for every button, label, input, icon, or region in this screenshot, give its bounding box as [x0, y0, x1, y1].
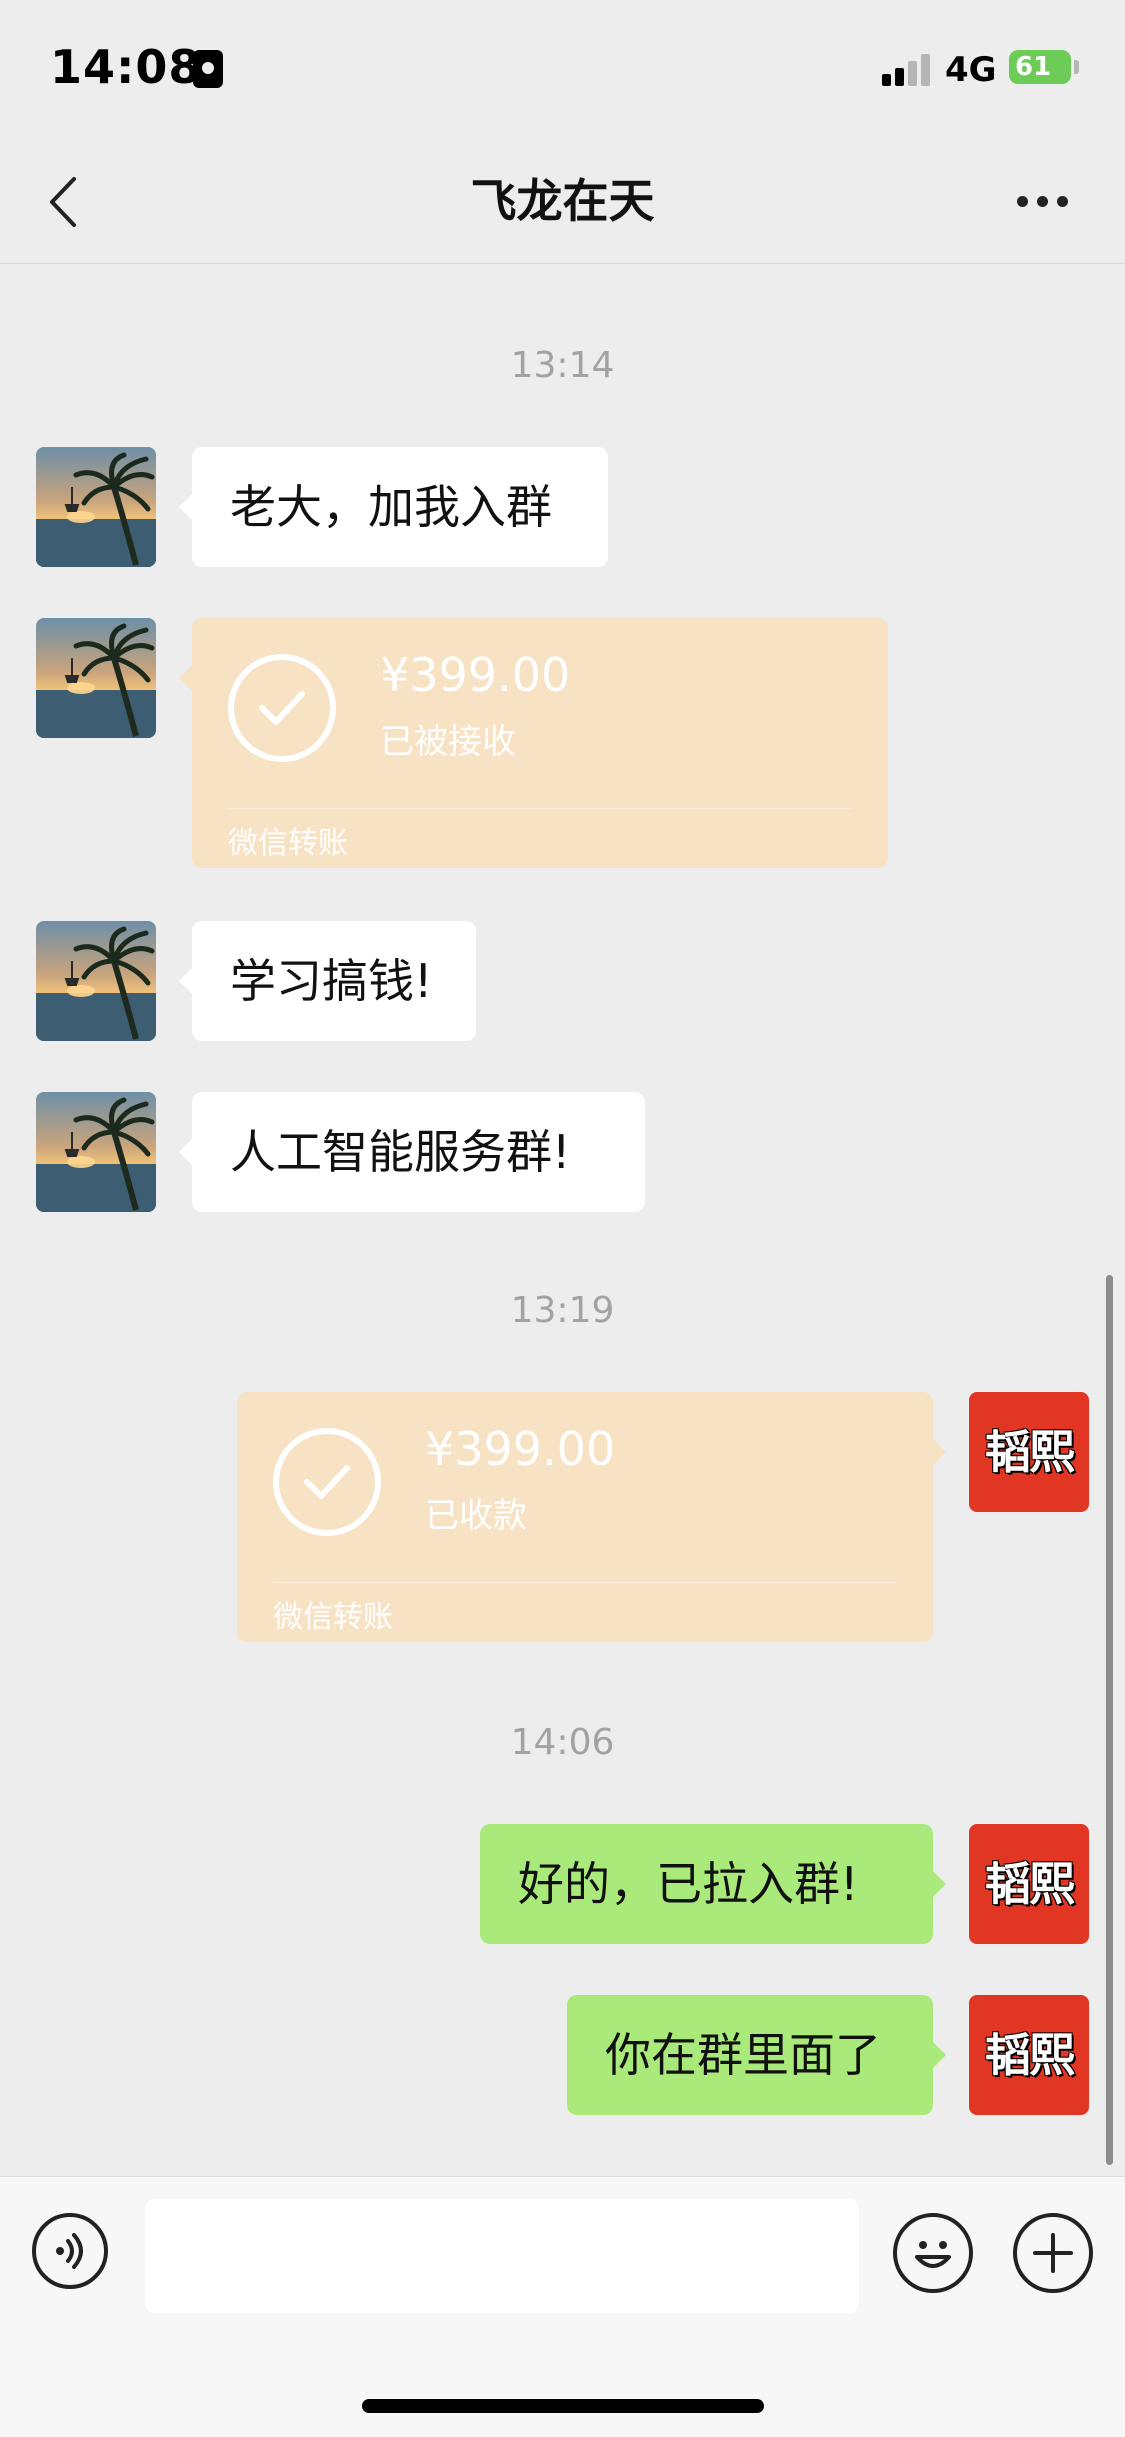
transfer-card[interactable]: ¥399.00 已收款 微信转账 [237, 1392, 933, 1642]
voice-icon [56, 2233, 83, 2269]
divider [273, 1582, 897, 1583]
transfer-amount: ¥399.00 [380, 648, 571, 702]
emoji-button[interactable] [893, 2213, 973, 2293]
chat-title: 飞龙在天 [470, 174, 655, 228]
contact-avatar[interactable] [36, 447, 156, 567]
bubble-tail [933, 1439, 946, 1465]
my-avatar[interactable]: 韬熙 [969, 1824, 1089, 1944]
battery-icon: 61 [1009, 50, 1071, 84]
plus-icon [1033, 2233, 1073, 2273]
bubble-tail [933, 1871, 946, 1897]
transfer-label: 微信转账 [273, 1600, 393, 1635]
sent-message[interactable]: 你在群里面了 [567, 1995, 933, 2115]
message-input[interactable] [145, 2199, 859, 2313]
input-bar [0, 2176, 1125, 2437]
transfer-amount: ¥399.00 [425, 1422, 616, 1476]
bubble-tail [933, 2042, 946, 2068]
network-label: 4G [945, 50, 997, 90]
received-message[interactable]: 学习搞钱! [192, 921, 476, 1041]
contact-avatar[interactable] [36, 921, 156, 1041]
received-message[interactable]: 人工智能服务群! [192, 1092, 645, 1212]
check-circle-icon [228, 654, 336, 762]
bubble-tail [179, 494, 192, 520]
home-indicator [362, 2399, 764, 2413]
status-time: 14:08 [50, 40, 202, 94]
divider [228, 808, 852, 809]
more-options-icon[interactable] [1013, 191, 1073, 211]
sent-message[interactable]: 好的，已拉入群! [480, 1824, 933, 1944]
transfer-status: 已收款 [425, 1496, 527, 1536]
transfer-card[interactable]: ¥399.00 已被接收 微信转账 [192, 618, 888, 868]
bubble-tail [179, 1139, 192, 1165]
transfer-status: 已被接收 [380, 722, 516, 762]
transfer-label: 微信转账 [228, 826, 348, 861]
my-avatar[interactable]: 韬熙 [969, 1995, 1089, 2115]
plus-button[interactable] [1013, 2213, 1093, 2293]
battery-cap [1074, 60, 1079, 74]
received-message[interactable]: 老大，加我入群 [192, 447, 608, 567]
message-timestamp: 13:14 [510, 345, 615, 386]
message-timestamp: 14:06 [510, 1722, 615, 1763]
voice-button[interactable] [32, 2213, 108, 2289]
message-timestamp: 13:19 [510, 1290, 615, 1331]
bubble-tail [179, 665, 192, 691]
signal-icon [882, 52, 934, 86]
check-circle-icon [273, 1428, 381, 1536]
chat-header: 飞龙在天 [0, 135, 1125, 264]
bubble-tail [179, 968, 192, 994]
contact-avatar[interactable] [36, 618, 156, 738]
status-bar: 14:08 4G 61 [0, 0, 1125, 135]
chat-scrollbar[interactable] [1106, 1275, 1113, 2165]
smiley-icon [915, 2241, 951, 2268]
contact-avatar[interactable] [36, 1092, 156, 1212]
my-avatar[interactable]: 韬熙 [969, 1392, 1089, 1512]
person-id-icon [193, 50, 223, 88]
